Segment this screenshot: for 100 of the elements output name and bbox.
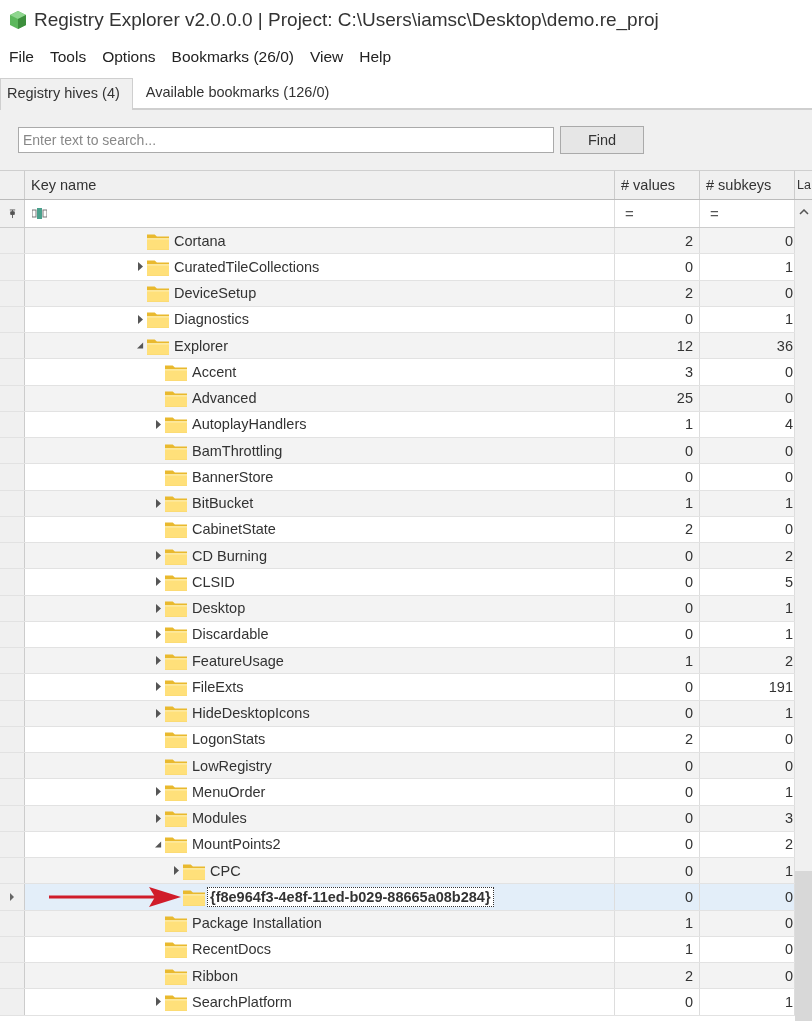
expand-icon <box>155 577 162 587</box>
table-cell: 0 <box>615 306 700 332</box>
column-header[interactable]: # values <box>615 171 700 199</box>
folder-icon <box>147 284 169 303</box>
tree-row[interactable]: CLSID 0 5 <box>0 569 795 596</box>
tree-row[interactable]: MenuOrder 0 1 <box>0 779 795 806</box>
expand-icon <box>155 656 162 666</box>
row-indicator-icon <box>9 892 15 901</box>
folder-icon <box>165 546 187 565</box>
tab[interactable]: Registry hives (4) <box>0 78 133 110</box>
folder-icon <box>165 782 187 801</box>
key-name: DeviceSetup <box>174 285 257 302</box>
table-cell: 36 <box>700 333 795 359</box>
key-name: MenuOrder <box>192 783 266 800</box>
folder-icon <box>165 625 187 644</box>
key-name: Accent <box>192 363 237 380</box>
table-cell: 3 <box>615 359 700 385</box>
folder-icon <box>165 756 187 775</box>
table-cell: 0 <box>700 963 795 989</box>
expand-icon <box>155 603 162 613</box>
menu-item[interactable]: Options <box>97 48 161 66</box>
menu-item[interactable]: Help <box>354 48 397 66</box>
folder-icon <box>165 835 187 854</box>
table-cell: 0 <box>700 228 795 254</box>
scroll-up-icon[interactable] <box>798 209 809 215</box>
column-header[interactable]: Key name <box>25 171 615 199</box>
table-cell: 0 <box>615 831 700 857</box>
key-name: Advanced <box>192 390 257 407</box>
key-name: CD Burning <box>192 547 267 564</box>
table-cell: 0 <box>615 805 700 831</box>
expand-icon <box>155 498 162 508</box>
folder-icon <box>165 599 187 618</box>
key-name: LogonStats <box>192 731 266 748</box>
table-cell: 0 <box>615 674 700 700</box>
folder-icon <box>147 336 169 355</box>
menu-item[interactable]: View <box>304 48 349 66</box>
expand-icon <box>155 813 162 823</box>
tree-row[interactable]: Accent 3 0 <box>0 359 795 386</box>
table-cell: 0 <box>700 910 795 936</box>
menu-item[interactable]: Tools <box>45 48 92 66</box>
key-name: CLSID <box>192 573 235 590</box>
expand-icon <box>155 787 162 797</box>
key-name: FeatureUsage <box>192 652 284 669</box>
cube-icon <box>8 10 28 30</box>
search-field[interactable]: Enter text to search... <box>18 127 554 153</box>
table-cell: 2 <box>615 726 700 752</box>
folder-icon <box>165 467 187 486</box>
table-cell: 0 <box>615 464 700 490</box>
tree-row[interactable]: CuratedTileCollections 0 1 <box>0 254 795 281</box>
scrollbar-thumb[interactable] <box>795 871 812 1021</box>
key-name: BannerStore <box>192 468 274 485</box>
key-name: AutoplayHandlers <box>192 416 307 433</box>
tree-row[interactable]: BannerStore 0 0 <box>0 464 795 491</box>
key-name: CPC <box>210 862 241 879</box>
folder-icon <box>165 494 187 513</box>
menu-item[interactable]: File <box>4 48 39 66</box>
table-cell: 0 <box>615 700 700 726</box>
table-cell: 0 <box>615 753 700 779</box>
table-cell: 0 <box>700 385 795 411</box>
expand-icon <box>155 551 162 561</box>
find-button[interactable]: Find <box>560 126 644 154</box>
expand-icon <box>173 866 180 876</box>
folder-icon <box>183 861 205 880</box>
menu-item[interactable]: Bookmarks (26/0) <box>166 48 299 66</box>
collapse-icon <box>155 839 162 849</box>
table-cell: 0 <box>615 569 700 595</box>
tree-row[interactable]: SearchPlatform 0 1 <box>0 989 795 1016</box>
folder-icon <box>165 441 187 460</box>
folder-icon <box>165 966 187 985</box>
table-cell: 1 <box>700 490 795 516</box>
table-cell: 0 <box>615 884 700 910</box>
key-name: Discardable <box>192 626 269 643</box>
folder-icon <box>165 677 187 696</box>
tab[interactable]: Available bookmarks (126/0) <box>132 78 342 108</box>
table-cell: 0 <box>700 438 795 464</box>
folder-icon <box>147 310 169 329</box>
key-name: BitBucket <box>192 495 254 512</box>
key-name: Modules <box>192 810 247 827</box>
window-title: Registry Explorer v2.0.0.0 | Project: C:\Users\iamsc\Desktop\demo.re_proj <box>34 9 659 31</box>
folder-icon <box>165 704 187 723</box>
table-cell: 0 <box>615 989 700 1015</box>
filter-operator[interactable]: = <box>615 200 700 227</box>
folder-icon <box>165 389 187 408</box>
table-cell: 1 <box>700 700 795 726</box>
expand-icon <box>155 629 162 639</box>
expand-icon <box>137 262 144 272</box>
folder-icon <box>165 809 187 828</box>
key-name: Diagnostics <box>174 311 249 328</box>
folder-icon <box>165 914 187 933</box>
table-cell: 2 <box>615 963 700 989</box>
collapse-icon <box>137 341 144 351</box>
column-header[interactable]: La <box>795 171 812 199</box>
key-name: Cortana <box>174 232 226 249</box>
tree-row[interactable]: FileExts 0 191 <box>0 674 795 701</box>
table-cell: 0 <box>700 884 795 910</box>
scrollbar[interactable] <box>795 200 812 1021</box>
key-name: CabinetState <box>192 521 276 538</box>
column-header[interactable]: # subkeys <box>700 171 795 199</box>
table-cell: 1 <box>615 648 700 674</box>
table-cell: 2 <box>700 648 795 674</box>
